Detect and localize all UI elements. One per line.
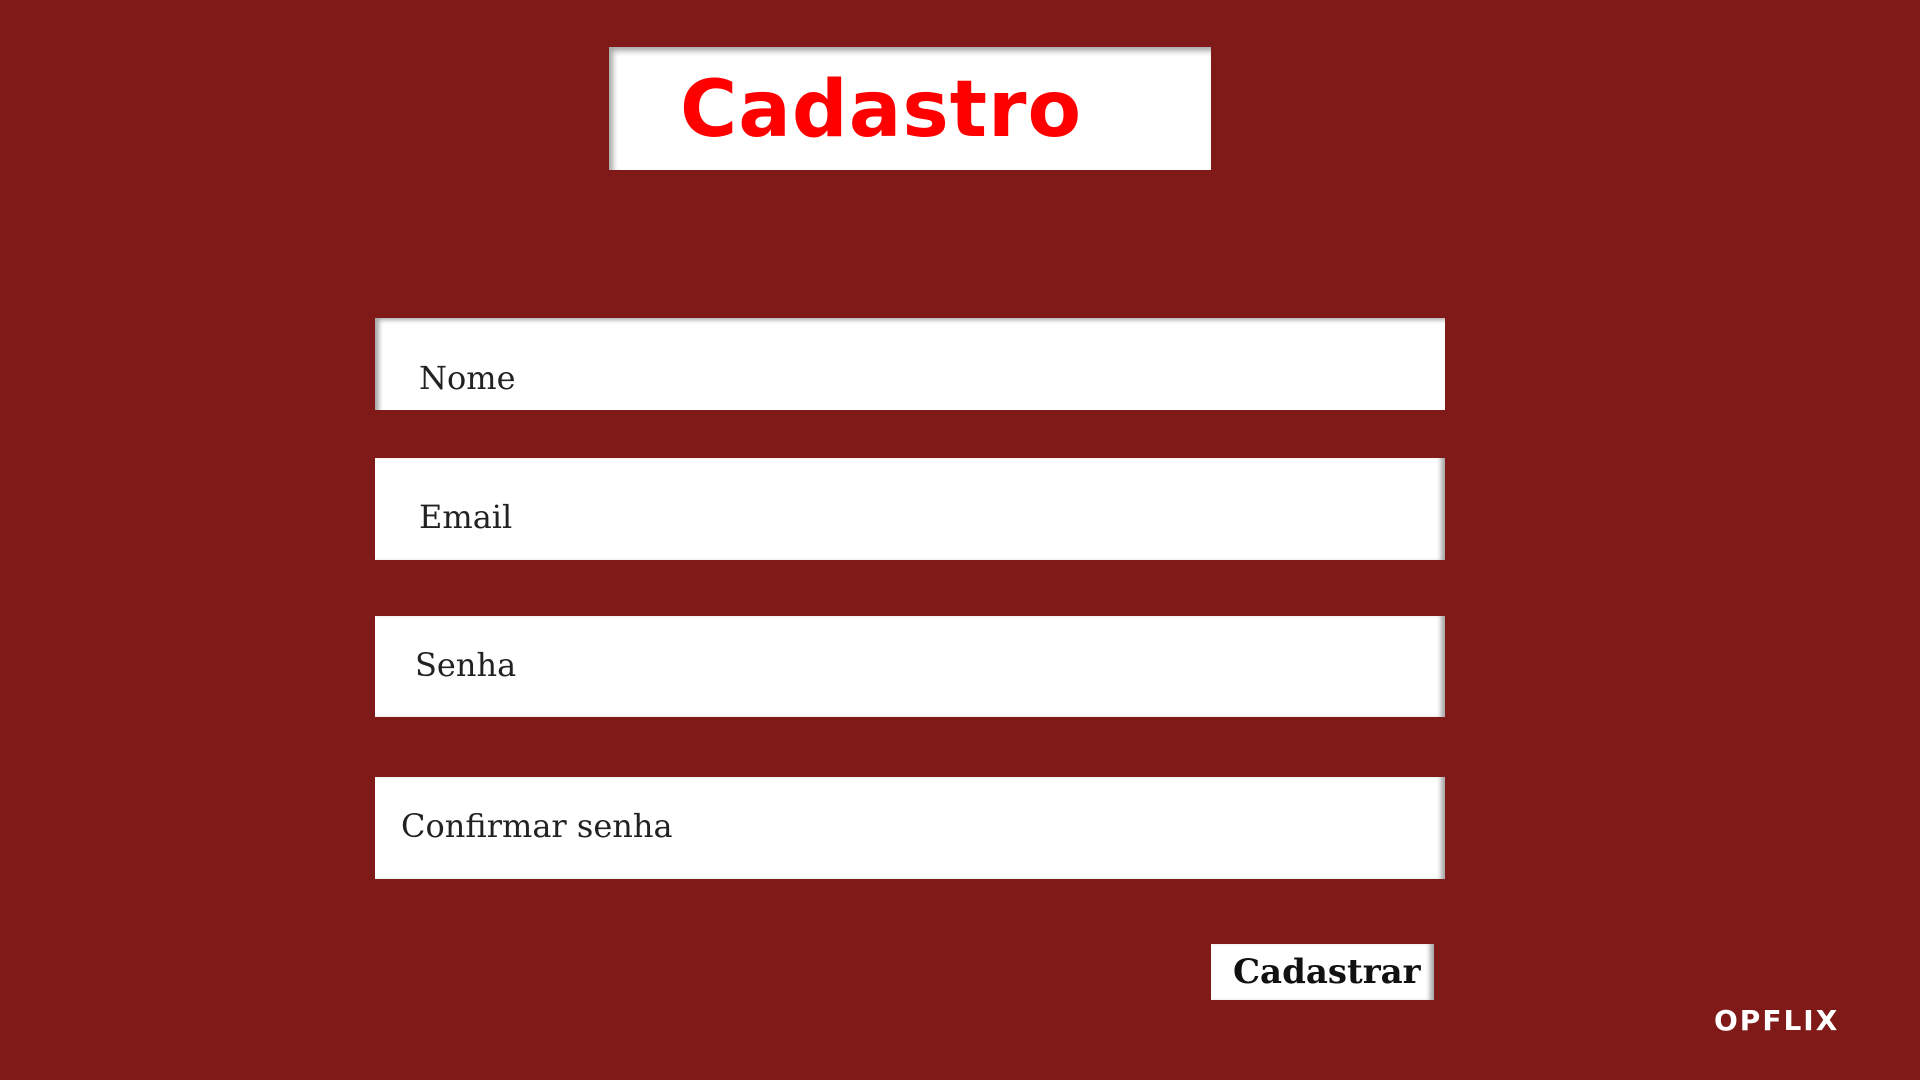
password-field-placeholder: Senha [415,646,517,684]
submit-button-label: Cadastrar [1233,952,1421,992]
confirm-password-field-placeholder: Confirmar senha [401,807,673,845]
confirm-password-field[interactable]: Confirmar senha [375,777,1445,879]
submit-button[interactable]: Cadastrar [1211,944,1434,1000]
brand-logo: OPFLIX [1714,1004,1840,1037]
title-banner: Cadastro [609,47,1211,170]
name-field-placeholder: Nome [419,359,516,397]
email-field[interactable]: Email [375,458,1445,560]
name-field[interactable]: Nome [375,318,1445,410]
email-field-placeholder: Email [419,498,513,536]
password-field[interactable]: Senha [375,616,1445,717]
page-title: Cadastro [680,65,1083,155]
